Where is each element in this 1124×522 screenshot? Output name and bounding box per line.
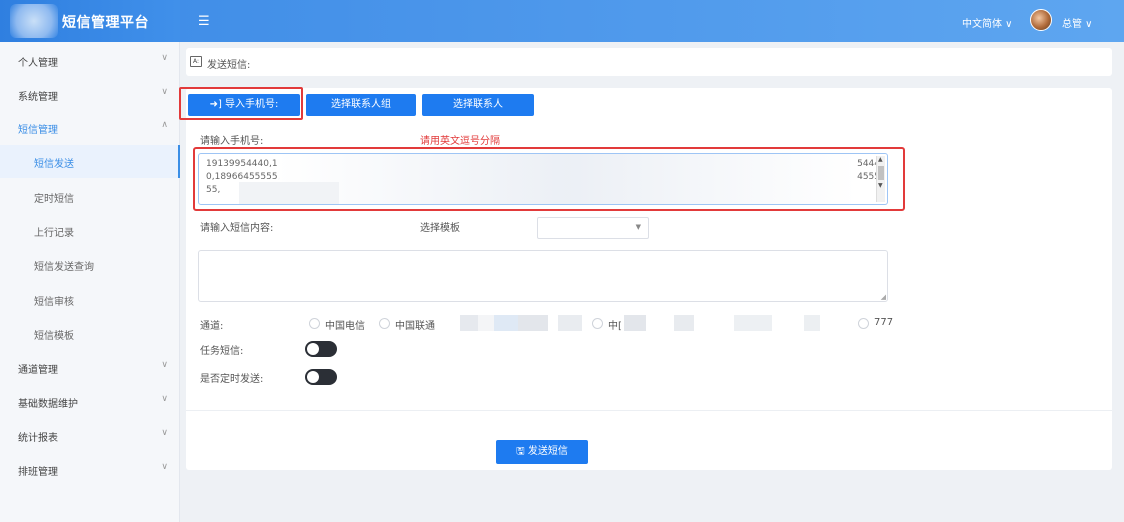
avatar[interactable]: [1030, 9, 1052, 31]
sidebar-item-label: 短信审核: [34, 297, 74, 308]
brand-title: 短信管理平台: [62, 15, 149, 31]
sidebar-item-system[interactable]: 系统管理 ∨: [0, 78, 180, 111]
annotation-highlight-import: [179, 87, 303, 120]
task-sms-label: 任务短信:: [200, 346, 244, 357]
channel-option-label: 中[: [608, 321, 622, 332]
chevron-down-icon: ∨: [161, 462, 168, 472]
select-group-button[interactable]: 选择联系人组: [306, 94, 416, 116]
chevron-down-icon: ∨: [161, 394, 168, 404]
sidebar-item-label: 上行记录: [34, 228, 74, 239]
annotation-highlight-phones: [193, 147, 905, 211]
sidebar-item-label: 短信管理: [18, 125, 58, 136]
sidebar-item-label: 基础数据维护: [18, 399, 78, 410]
sidebar-item-shifts[interactable]: 排班管理 ∨: [0, 453, 180, 486]
radio-icon: [592, 318, 603, 329]
sidebar-item-label: 通道管理: [18, 365, 58, 376]
message-icon: A:: [190, 56, 202, 67]
sidebar-item-label: 系统管理: [18, 92, 58, 103]
sidebar-item-base-data[interactable]: 基础数据维护 ∨: [0, 385, 180, 418]
channel-option-label: 中国电信: [325, 321, 365, 332]
breadcrumb: A: 发送短信:: [186, 48, 1112, 76]
sidebar-item-personal[interactable]: 个人管理 ∨: [0, 44, 180, 77]
sidebar-item-label: 个人管理: [18, 58, 58, 69]
caret-down-icon: ▼: [635, 223, 641, 231]
send-sms-button[interactable]: 🖫 发送短信: [496, 440, 588, 464]
sidebar-item-sms-review[interactable]: 短信审核: [0, 283, 180, 316]
chevron-down-icon: ∨: [161, 53, 168, 63]
content-label: 请输入短信内容:: [200, 223, 274, 234]
sidebar-item-label: 排班管理: [18, 467, 58, 478]
toggle-knob: [307, 371, 319, 383]
sidebar-item-send-query[interactable]: 短信发送查询: [0, 248, 180, 281]
sidebar-item-label: 短信模板: [34, 331, 74, 342]
toggle-knob: [307, 343, 319, 355]
template-select[interactable]: ▼: [537, 217, 649, 239]
breadcrumb-label: 发送短信:: [207, 60, 251, 71]
hamburger-icon[interactable]: ☰: [198, 14, 210, 29]
sidebar-item-uplink-records[interactable]: 上行记录: [0, 214, 180, 247]
redaction-blur: [624, 315, 846, 331]
chevron-down-icon: ∨: [161, 428, 168, 438]
brand: 短信管理平台: [0, 0, 180, 42]
logo-icon: [10, 4, 58, 38]
scheduled-toggle[interactable]: [305, 369, 337, 385]
chevron-down-icon: ∨: [161, 360, 168, 370]
channel-option-label: 中国联通: [395, 321, 435, 332]
resize-grip-icon[interactable]: ◢: [881, 293, 886, 301]
radio-icon: [858, 318, 869, 329]
user-menu[interactable]: 总管 ∨: [1062, 15, 1093, 30]
sidebar-item-label: 短信发送查询: [34, 262, 94, 273]
sidebar-item-label: 统计报表: [18, 433, 58, 444]
language-switch[interactable]: 中文简体 ∨: [962, 15, 1013, 30]
sidebar: 个人管理 ∨ 系统管理 ∨ 短信管理 ∧ 短信发送 定时短信 上行记录 短信发送…: [0, 42, 180, 522]
send-sms-form: ➜] 导入手机号: 选择联系人组 选择联系人 请输入手机号: 请用英文逗号分隔 …: [186, 88, 1112, 470]
task-sms-toggle[interactable]: [305, 341, 337, 357]
phone-warning: 请用英文逗号分隔: [420, 136, 500, 147]
channel-label: 通道:: [200, 321, 224, 332]
chevron-up-icon: ∧: [161, 120, 168, 130]
sidebar-item-channel[interactable]: 通道管理 ∨: [0, 351, 180, 384]
divider: [186, 410, 1112, 411]
top-bar: 短信管理平台 ☰ 中文简体 ∨ 总管 ∨: [0, 0, 1124, 42]
sidebar-item-sms[interactable]: 短信管理 ∧: [0, 111, 180, 144]
phone-label: 请输入手机号:: [200, 136, 264, 147]
channel-option-label: 777: [874, 317, 894, 328]
template-label: 选择模板: [420, 223, 460, 234]
sidebar-item-sms-template[interactable]: 短信模板: [0, 317, 180, 350]
select-contact-button[interactable]: 选择联系人: [422, 94, 534, 116]
scheduled-label: 是否定时发送:: [200, 374, 264, 385]
sms-content-textarea[interactable]: ◢: [198, 250, 888, 302]
sidebar-item-scheduled-sms[interactable]: 定时短信: [0, 180, 180, 213]
redaction-blur: [448, 315, 582, 331]
sidebar-item-sms-send[interactable]: 短信发送: [0, 145, 180, 178]
sidebar-item-label: 定时短信: [34, 194, 74, 205]
chevron-down-icon: ∨: [161, 87, 168, 97]
radio-icon: [379, 318, 390, 329]
sidebar-item-reports[interactable]: 统计报表 ∨: [0, 419, 180, 452]
radio-icon: [309, 318, 320, 329]
sidebar-item-label: 短信发送: [34, 159, 74, 170]
